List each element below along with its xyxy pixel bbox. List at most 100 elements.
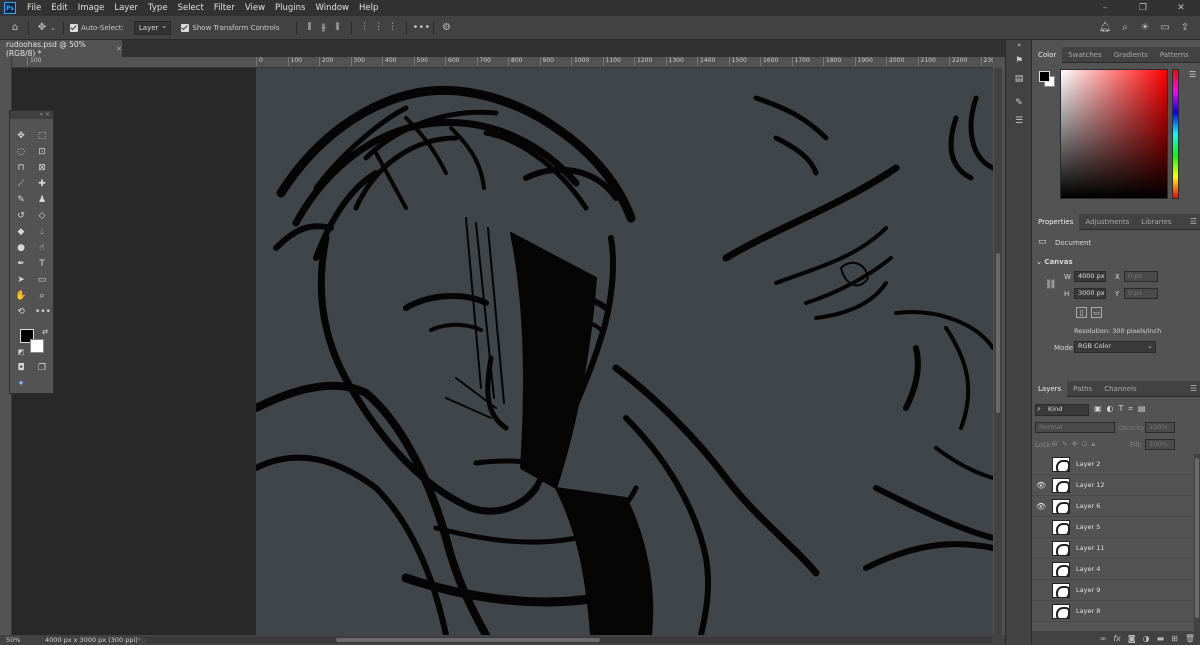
pen-tool-icon[interactable]: ✒	[14, 257, 28, 271]
add-mask-icon[interactable]: ◙	[1128, 634, 1136, 643]
quick-select-tool-icon[interactable]: ⊡	[35, 145, 49, 159]
background-color-swatch[interactable]	[30, 339, 44, 353]
layer-row[interactable]: Layer 5	[1032, 517, 1193, 538]
height-field[interactable]: 3000 px	[1074, 288, 1106, 299]
document-size-info[interactable]: 4000 px x 3000 px (300 ppi)	[45, 636, 138, 644]
chevron-down-icon[interactable]: ⌄	[1147, 342, 1153, 350]
menu-image[interactable]: Image	[73, 3, 110, 13]
auto-select-checkbox[interactable]	[70, 23, 78, 32]
align-top-icon[interactable]: ⫶	[358, 22, 372, 33]
eye-icon[interactable]: 👁︎	[1032, 481, 1050, 490]
smudge-tool-icon[interactable]: ☝	[35, 241, 49, 255]
tab-patterns[interactable]: Patterns	[1154, 47, 1195, 63]
tab-paths[interactable]: Paths	[1067, 381, 1098, 397]
delete-layer-icon[interactable]: 🗑︎	[1185, 634, 1195, 643]
layer-row[interactable]: Layer 11	[1032, 538, 1193, 559]
menu-edit[interactable]: Edit	[46, 3, 72, 13]
restore-icon[interactable]: ❐	[1124, 3, 1162, 13]
x-field[interactable]: 0 px	[1124, 271, 1158, 282]
menu-type[interactable]: Type	[143, 3, 173, 13]
document-canvas[interactable]	[256, 68, 993, 635]
close-tab-icon[interactable]: ✕	[116, 45, 122, 53]
align-middle-icon[interactable]: ⫶	[372, 22, 386, 33]
transform-checkbox[interactable]	[181, 23, 190, 32]
menu-layer[interactable]: Layer	[109, 3, 143, 13]
status-arrow-icon[interactable]: ›	[138, 635, 141, 643]
tab-layers[interactable]: Layers	[1032, 380, 1068, 397]
screen-mode-icon[interactable]: ❐	[35, 361, 49, 375]
minimize-icon[interactable]: –	[1086, 3, 1124, 13]
scrollbar-thumb[interactable]	[1195, 458, 1199, 618]
chevron-down-icon[interactable]: ⌄	[49, 24, 57, 32]
layer-filter-dropdown[interactable]: Kind	[1035, 404, 1089, 416]
bell-icon[interactable]: 🔔︎	[1098, 22, 1112, 33]
edit-toolbar-icon[interactable]: ✦	[14, 377, 28, 391]
quick-mask-icon[interactable]: ◘	[14, 361, 28, 375]
adjustment-layer-icon[interactable]: ◑	[1143, 634, 1150, 643]
layer-row[interactable]: Layer 2	[1032, 454, 1193, 475]
align-center-icon[interactable]: ⫵	[317, 22, 331, 33]
width-field[interactable]: 4000 px	[1074, 271, 1106, 282]
rectangle-tool-icon[interactable]: ▭	[35, 273, 49, 287]
history-brush-icon[interactable]: ↺	[14, 209, 28, 223]
dodge-tool-icon[interactable]: ●	[14, 241, 28, 255]
menu-filter[interactable]: Filter	[209, 3, 240, 13]
tab-libraries[interactable]: Libraries	[1135, 214, 1177, 230]
eye-icon[interactable]: 👁︎	[1032, 502, 1050, 511]
menu-view[interactable]: View	[240, 3, 270, 13]
auto-select-option[interactable]: Auto-Select:	[70, 23, 124, 32]
link-icon[interactable]: ⛓	[1045, 280, 1056, 290]
menu-select[interactable]: Select	[173, 3, 209, 13]
brush-tool-icon[interactable]: ✎	[14, 193, 28, 207]
layer-row[interactable]: Layer 9	[1032, 580, 1193, 601]
tab-color[interactable]: Color	[1032, 46, 1063, 63]
type-tool-icon[interactable]: T	[35, 257, 49, 271]
scrollbar-thumb[interactable]	[996, 253, 1000, 413]
layer-row[interactable]: 👁︎ Layer 12	[1032, 475, 1193, 496]
brush-settings-icon[interactable]: ✎	[1012, 96, 1026, 110]
menu-file[interactable]: File	[22, 3, 46, 13]
eraser-tool-icon[interactable]: ◇	[35, 209, 49, 223]
mode-dropdown[interactable]: RGB Color	[1074, 341, 1156, 353]
frame-tool-icon[interactable]: ⊠	[35, 161, 49, 175]
crop-tool-icon[interactable]: ⊓	[14, 161, 28, 175]
color-foreground-swatch[interactable]	[1039, 71, 1050, 82]
vertical-scrollbar[interactable]	[994, 68, 1002, 635]
color-panel-menu-icon[interactable]: ☰	[1189, 70, 1196, 79]
path-select-icon[interactable]: ➤	[14, 273, 28, 287]
gear-icon[interactable]: ⚙	[440, 22, 454, 33]
share-icon[interactable]: ⇪	[1178, 22, 1192, 33]
layer-row[interactable]: Layer 4	[1032, 559, 1193, 580]
adjustments-sliders-icon[interactable]: ☰	[1012, 114, 1026, 128]
move-tool-icon[interactable]: ✥	[35, 22, 49, 33]
blur-tool-icon[interactable]: 💧︎	[35, 225, 49, 239]
default-colors-icon[interactable]: ◩	[14, 345, 28, 359]
stamp-tool-icon[interactable]: ♟	[35, 193, 49, 207]
move-tool-icon[interactable]: ✥	[14, 129, 28, 143]
landscape-orientation-icon[interactable]: ▭	[1091, 307, 1102, 318]
show-transform-option[interactable]: Show Transform Controls	[181, 23, 280, 32]
history-panel-icon[interactable]: ⚑	[1012, 54, 1026, 68]
horizontal-scrollbar[interactable]	[146, 637, 992, 643]
tab-channels[interactable]: Channels	[1098, 381, 1142, 397]
layers-scrollbar[interactable]	[1194, 454, 1200, 631]
paint-bucket-icon[interactable]: ◆	[14, 225, 28, 239]
new-layer-icon[interactable]: ⊞	[1171, 634, 1178, 643]
canvas-section-title[interactable]: ⌄ Canvas	[1036, 258, 1073, 266]
properties-menu-icon[interactable]: ☰	[1190, 217, 1197, 226]
auto-select-dropdown[interactable]: Layer	[133, 20, 172, 35]
layer-filter-icons[interactable]: ▣◐T⌗▤	[1094, 404, 1151, 414]
hand-tool-icon[interactable]: ✋	[14, 289, 28, 303]
opacity-field[interactable]: 100%	[1145, 422, 1175, 433]
group-icon[interactable]: ▬	[1157, 634, 1165, 643]
comments-panel-icon[interactable]: ▤	[1012, 72, 1026, 86]
zoom-tool-icon[interactable]: ⌕	[35, 289, 49, 303]
home-icon[interactable]: ⌂	[8, 22, 22, 33]
menu-help[interactable]: Help	[354, 3, 383, 13]
more-options-icon[interactable]: •••	[413, 22, 431, 33]
scrollbar-thumb[interactable]	[336, 638, 600, 642]
menu-plugins[interactable]: Plugins	[270, 3, 310, 13]
link-layers-icon[interactable]: ∞	[1100, 634, 1107, 643]
tab-swatches[interactable]: Swatches	[1062, 47, 1107, 63]
marquee-tool-icon[interactable]: ⬚	[35, 129, 49, 143]
